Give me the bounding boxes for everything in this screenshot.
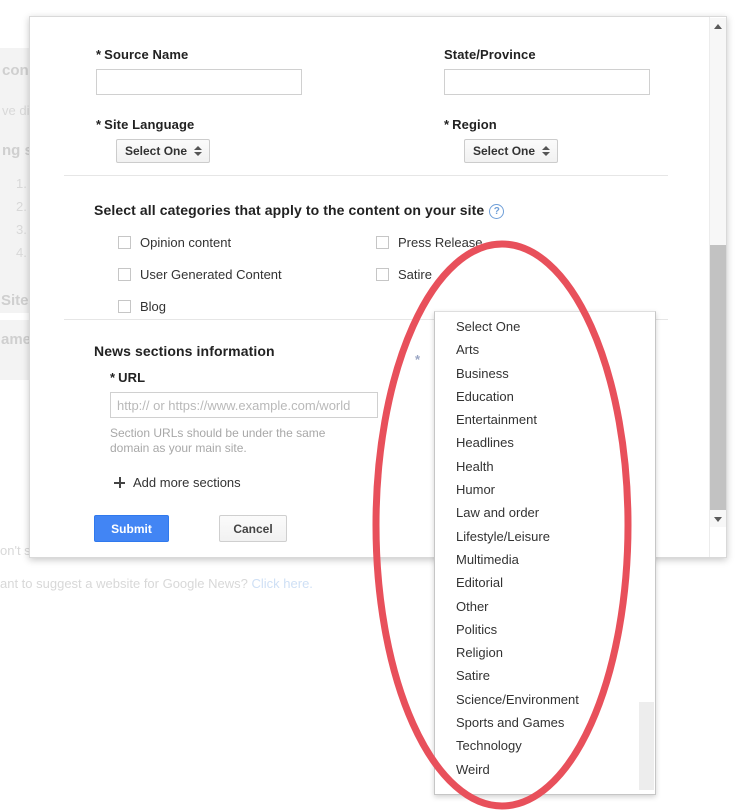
required-asterisk: * xyxy=(96,47,102,62)
dropdown-option[interactable]: Editorial xyxy=(435,571,655,594)
dropdown-option[interactable]: Select One xyxy=(435,315,655,338)
region-select[interactable]: Select One xyxy=(464,139,559,163)
url-hint: Section URLs should be under the same do… xyxy=(110,426,326,455)
dropdown-option[interactable]: Science/Environment xyxy=(435,688,655,711)
modal-scrollbar-track[interactable] xyxy=(710,34,726,511)
dropdown-option[interactable]: Satire xyxy=(435,664,655,687)
scroll-up-button[interactable] xyxy=(710,18,726,34)
chevron-down-icon xyxy=(714,516,722,522)
region-label: * Region xyxy=(444,117,497,132)
checkbox-user-generated-content[interactable]: User Generated Content xyxy=(118,267,282,282)
updown-arrows-icon xyxy=(194,146,203,156)
dropdown-option[interactable]: Entertainment xyxy=(435,408,655,431)
site-language-select[interactable]: Select One xyxy=(116,139,211,163)
site-language-label: * Site Language xyxy=(96,117,195,132)
background-text-fragment: ame xyxy=(1,331,32,348)
section-category-dropdown[interactable]: Select One Arts Business Education Entertain… xyxy=(434,311,656,795)
required-asterisk: * xyxy=(415,352,421,367)
add-more-sections-button[interactable]: Add more sections xyxy=(114,475,241,490)
news-sections-heading: News sections information xyxy=(94,343,275,359)
checkbox-press-release[interactable]: Press Release xyxy=(376,235,483,250)
background-footer-link[interactable]: Click here. xyxy=(252,576,313,591)
dropdown-option[interactable]: Lifestyle/Leisure xyxy=(435,525,655,548)
dropdown-option[interactable]: Sports and Games xyxy=(435,711,655,734)
dropdown-option[interactable]: Weird xyxy=(435,758,655,781)
checkbox-box[interactable] xyxy=(118,300,131,313)
checkbox-label: Blog xyxy=(140,299,167,314)
help-circle-icon[interactable]: ? xyxy=(489,204,505,219)
required-asterisk: * xyxy=(444,117,450,132)
plus-icon xyxy=(114,477,125,488)
checkbox-label: Opinion content xyxy=(140,235,232,250)
checkbox-opinion-content[interactable]: Opinion content xyxy=(118,235,231,250)
modal-scrollbar[interactable] xyxy=(709,17,726,557)
dropdown-option[interactable]: Law and order xyxy=(435,501,655,524)
updown-arrows-icon xyxy=(542,146,551,156)
dropdown-option[interactable]: Other xyxy=(435,595,655,618)
divider xyxy=(64,175,668,176)
background-text-fragment: con xyxy=(2,62,29,79)
checkbox-box[interactable] xyxy=(118,268,131,281)
dropdown-scrollbar-thumb[interactable] xyxy=(639,702,654,790)
submit-button[interactable]: Submit xyxy=(94,515,169,542)
dropdown-option[interactable]: Religion xyxy=(435,641,655,664)
scroll-down-button[interactable] xyxy=(710,511,726,527)
dropdown-option[interactable]: Headlines xyxy=(435,431,655,454)
dropdown-option[interactable]: Politics xyxy=(435,618,655,641)
source-name-label: * Source Name xyxy=(96,47,189,62)
checkbox-box[interactable] xyxy=(376,236,389,249)
background-text-fragment: on't s xyxy=(0,543,31,558)
state-province-label: State/Province xyxy=(444,47,536,62)
dropdown-option-list: Select One Arts Business Education Entertain… xyxy=(435,315,655,781)
dropdown-option[interactable]: Humor xyxy=(435,478,655,501)
checkbox-satire[interactable]: Satire xyxy=(376,267,432,282)
required-asterisk: * xyxy=(96,117,102,132)
chevron-up-icon xyxy=(714,23,722,29)
categories-heading: Select all categories that apply to the … xyxy=(94,202,505,219)
checkbox-blog[interactable]: Blog xyxy=(118,299,166,314)
region-selected-value: Select One xyxy=(473,144,536,158)
checkbox-label: Satire xyxy=(398,267,432,282)
dropdown-option[interactable]: Education xyxy=(435,385,655,408)
url-label: * URL xyxy=(110,370,146,385)
modal-actions: Submit Cancel xyxy=(94,515,287,542)
cancel-button[interactable]: Cancel xyxy=(219,515,287,542)
source-details-left-column: * Source Name * Site Language Select One xyxy=(96,47,396,163)
dropdown-option[interactable]: Health xyxy=(435,455,655,478)
dropdown-option[interactable]: Technology xyxy=(435,734,655,757)
checkbox-box[interactable] xyxy=(118,236,131,249)
required-asterisk: * xyxy=(110,370,116,385)
dropdown-option[interactable]: Business xyxy=(435,362,655,385)
site-language-selected-value: Select One xyxy=(125,144,188,158)
background-footer-prompt: ant to suggest a website for Google News… xyxy=(0,576,248,591)
checkbox-label: Press Release xyxy=(398,235,483,250)
source-details-right-column: State/Province * Region Select One xyxy=(444,47,726,163)
checkbox-label: User Generated Content xyxy=(140,267,282,282)
dropdown-option[interactable]: Arts xyxy=(435,338,655,361)
state-province-input[interactable] xyxy=(444,69,650,95)
source-name-input[interactable] xyxy=(96,69,302,95)
modal-scrollbar-thumb[interactable] xyxy=(710,245,726,510)
add-more-sections-label: Add more sections xyxy=(133,475,241,490)
dropdown-scrollbar[interactable] xyxy=(639,313,654,793)
section-url-input[interactable] xyxy=(110,392,378,418)
url-field-group: *URL Section URLs should be under the sa… xyxy=(110,370,378,456)
checkbox-box[interactable] xyxy=(376,268,389,281)
background-footer: ant to suggest a website for Google News… xyxy=(0,576,313,591)
dropdown-option[interactable]: Multimedia xyxy=(435,548,655,571)
